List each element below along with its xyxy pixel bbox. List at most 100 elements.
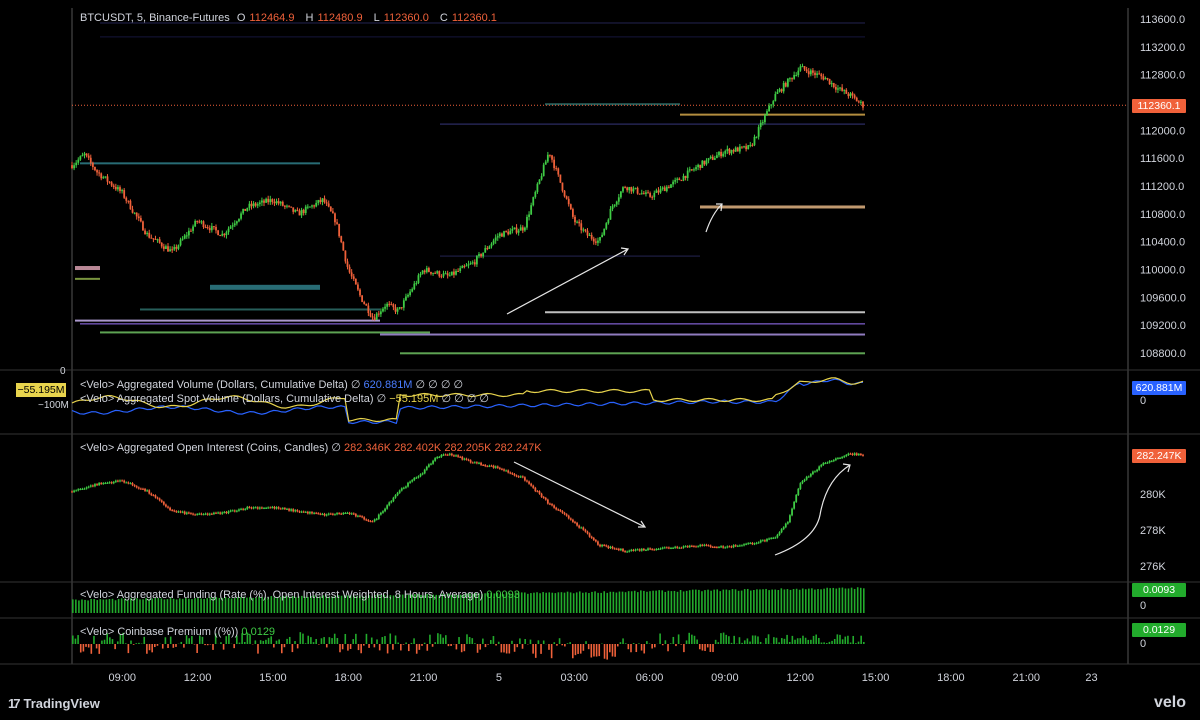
premium-bar xyxy=(717,642,720,644)
volume-legend-2[interactable]: <Velo> Aggregated Spot Volume (Dollars, … xyxy=(80,392,489,405)
oi-candle-body xyxy=(288,508,290,511)
premium-bar xyxy=(582,644,585,651)
candle-body xyxy=(690,169,693,171)
oi-candle-body xyxy=(388,502,391,506)
premium-bar xyxy=(783,638,786,644)
premium-bar xyxy=(431,644,434,647)
candle-body xyxy=(734,147,737,152)
premium-bar xyxy=(360,644,362,654)
candle-body xyxy=(588,235,591,237)
candle-body xyxy=(526,216,528,228)
oi-candle-body xyxy=(738,545,741,547)
oi-candle-body xyxy=(440,455,443,457)
oi-candle-body xyxy=(488,465,491,467)
oi-candle-body xyxy=(223,511,226,513)
funding-bar xyxy=(664,591,667,613)
oi-candle-body xyxy=(647,548,649,550)
candle-body xyxy=(286,205,288,207)
premium-bar xyxy=(627,644,630,650)
candle-body xyxy=(770,104,773,106)
volume-legend-1[interactable]: <Velo> Aggregated Volume (Dollars, Cumul… xyxy=(80,378,463,391)
candle-body xyxy=(782,82,785,92)
funding-bar xyxy=(789,589,792,613)
premium-bar xyxy=(381,637,384,644)
oi-candle-body xyxy=(325,514,328,516)
oi-candle-body xyxy=(553,505,556,508)
candle-body xyxy=(342,242,345,251)
oi-legend[interactable]: <Velo> Aggregated Open Interest (Coins, … xyxy=(80,441,542,454)
oi-candle-body xyxy=(565,514,568,516)
oi-candle-body xyxy=(672,547,674,549)
oi-candle-body xyxy=(649,548,652,550)
candle-body xyxy=(826,78,829,80)
candle-body xyxy=(532,197,535,206)
oi-candle-body xyxy=(152,495,155,497)
candle-body xyxy=(405,296,407,301)
oi-candle-body xyxy=(619,549,622,551)
oi-candle-body xyxy=(697,546,700,548)
premium-bar xyxy=(556,644,558,646)
candle-body xyxy=(845,89,848,94)
premium-bar xyxy=(291,644,294,653)
premium-bar xyxy=(579,644,582,654)
candle-body xyxy=(123,190,126,198)
candle-body xyxy=(300,209,303,216)
candle-body xyxy=(603,228,606,235)
premium-bar xyxy=(320,638,323,644)
premium-legend[interactable]: <Velo> Coinbase Premium ((%)) 0.0129 xyxy=(80,626,275,638)
funding-badge: 0.0093 xyxy=(1132,583,1186,597)
oi-candle-body xyxy=(784,523,787,528)
candle-body xyxy=(559,174,562,183)
oi-candle-body xyxy=(615,548,618,550)
candle-body xyxy=(402,300,405,308)
candle-body xyxy=(789,78,791,80)
oi-candle-body xyxy=(634,549,637,551)
oi-candle-body xyxy=(730,546,733,548)
premium-bar xyxy=(828,641,831,644)
funding-bar xyxy=(621,591,624,613)
tradingview-logo[interactable]: 17 TradingView xyxy=(8,696,100,711)
premium-bar xyxy=(307,635,310,644)
oi-candle-body xyxy=(129,483,132,485)
premium-bar xyxy=(698,644,701,650)
candle-body xyxy=(244,208,247,211)
oi-candle-body xyxy=(834,458,837,461)
oi-candle-body xyxy=(513,474,516,476)
premium-bar xyxy=(577,644,579,654)
oi-candle-body xyxy=(718,547,720,549)
candle-body xyxy=(427,268,430,272)
candle-body xyxy=(684,175,687,179)
oi-candle-body xyxy=(674,546,677,548)
candle-body xyxy=(653,192,656,198)
funding-bar xyxy=(126,599,129,613)
oi-candle-body xyxy=(741,545,743,547)
candle-body xyxy=(419,273,422,276)
funding-bar xyxy=(658,590,660,613)
premium-bar xyxy=(280,644,283,654)
oi-candle-body xyxy=(580,527,583,529)
candle-body xyxy=(655,190,658,193)
candle-body xyxy=(221,233,224,236)
oi-candle-body xyxy=(405,486,407,488)
oi-candle-body xyxy=(85,487,88,489)
premium-bar xyxy=(677,634,680,644)
oi-candle-body xyxy=(797,488,800,496)
oi-candle-body xyxy=(507,470,510,473)
premium-bar xyxy=(172,644,175,648)
candle-body xyxy=(716,155,718,159)
oi-candle-body xyxy=(321,513,324,515)
premium-bar xyxy=(474,643,476,644)
candle-body xyxy=(144,230,146,235)
funding-legend[interactable]: <Velo> Aggregated Funding (Rate (%), Ope… xyxy=(80,589,520,601)
oi-candle-body xyxy=(670,547,672,549)
oi-candle-body xyxy=(534,487,537,492)
oi-candle-body xyxy=(857,453,860,455)
funding-bar xyxy=(533,592,535,613)
oi-candle-body xyxy=(342,513,345,515)
velo-logo: velo xyxy=(1153,694,1186,711)
premium-bar xyxy=(135,643,138,644)
oi-candle-body xyxy=(290,509,293,511)
premium-bar xyxy=(799,638,802,644)
symbol-label[interactable]: BTCUSDT, 5, Binance-Futures xyxy=(80,12,230,24)
premium-bar xyxy=(611,644,614,657)
